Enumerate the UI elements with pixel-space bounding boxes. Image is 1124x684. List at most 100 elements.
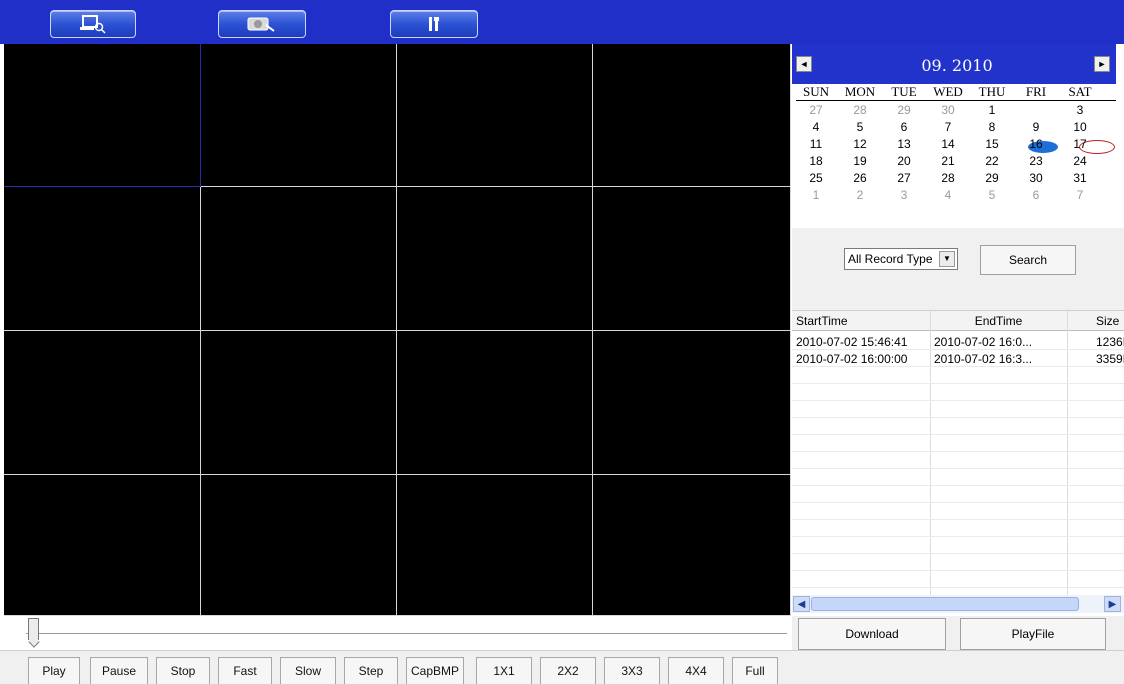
calendar-day[interactable]: 12 <box>838 137 882 151</box>
calendar-day[interactable]: 26 <box>838 171 882 185</box>
record-type-select[interactable]: All Record Type ▼ <box>844 248 958 270</box>
playback-slider[interactable] <box>4 616 791 650</box>
video-channel-cell[interactable] <box>593 44 791 187</box>
calendar-day[interactable]: 29 <box>882 103 926 117</box>
calendar-day[interactable]: 10 <box>1058 120 1102 134</box>
video-channel-cell[interactable] <box>201 331 397 475</box>
control-bar: Play Pause Stop Fast Slow Step CapBMP 1X1 2X2 3X3… <box>0 650 1124 684</box>
video-channel-cell[interactable] <box>397 475 593 616</box>
calendar-day[interactable]: 20 <box>882 154 926 168</box>
video-channel-cell[interactable] <box>593 331 791 475</box>
4x4-button[interactable]: 4X4 <box>668 657 724 684</box>
scrollbar-thumb[interactable] <box>811 597 1079 611</box>
scroll-right-icon[interactable]: ▶ <box>1104 596 1121 612</box>
settings-button[interactable] <box>390 10 478 38</box>
download-button[interactable]: Download <box>798 618 946 650</box>
stop-button[interactable]: Stop <box>156 657 210 684</box>
row-divider <box>792 366 1124 367</box>
calendar-day[interactable]: 28 <box>926 171 970 185</box>
row-divider <box>792 349 1124 350</box>
step-button[interactable]: Step <box>344 657 398 684</box>
record-cell[interactable]: 2010-07-02 16:3... <box>934 352 1065 366</box>
capbmp-button[interactable]: CapBMP <box>406 657 464 684</box>
calendar-day[interactable]: 2 <box>1014 103 1058 117</box>
calendar-day[interactable]: 31 <box>1058 171 1102 185</box>
video-channel-cell[interactable] <box>593 475 791 616</box>
pause-button[interactable]: Pause <box>90 657 148 684</box>
slider-thumb[interactable] <box>28 618 39 640</box>
record-cell[interactable]: 1236M <box>1096 335 1124 349</box>
calendar-day[interactable]: 23 <box>1014 154 1058 168</box>
calendar-day[interactable]: 2 <box>838 188 882 202</box>
calendar-day[interactable]: 27 <box>794 103 838 117</box>
play-button[interactable]: Play <box>28 657 80 684</box>
video-channel-cell[interactable] <box>593 187 791 331</box>
record-cell[interactable]: 2010-07-02 16:00:00 <box>796 352 928 366</box>
slow-button[interactable]: Slow <box>280 657 336 684</box>
full-button[interactable]: Full <box>732 657 778 684</box>
device-view-button[interactable] <box>50 10 136 38</box>
next-month-button[interactable]: ► <box>1094 56 1110 72</box>
dropdown-arrow-icon[interactable]: ▼ <box>939 251 955 267</box>
calendar-day[interactable]: 3 <box>882 188 926 202</box>
3x3-button[interactable]: 3X3 <box>604 657 660 684</box>
calendar-day[interactable]: 14 <box>926 137 970 151</box>
video-channel-cell[interactable] <box>4 44 201 187</box>
weekday-label: MON <box>844 84 876 99</box>
scroll-left-icon[interactable]: ◀ <box>793 596 810 612</box>
calendar-day[interactable]: 27 <box>882 171 926 185</box>
video-channel-cell[interactable] <box>4 187 201 331</box>
column-header[interactable]: StartTime <box>796 314 926 328</box>
calendar-day[interactable]: 17 <box>1058 137 1102 151</box>
calendar-day[interactable]: 16 <box>1014 137 1058 151</box>
calendar-day[interactable]: 24 <box>1058 154 1102 168</box>
fast-button[interactable]: Fast <box>218 657 272 684</box>
calendar-day[interactable]: 11 <box>794 137 838 151</box>
calendar-day[interactable]: 4 <box>794 120 838 134</box>
calendar-day[interactable]: 25 <box>794 171 838 185</box>
calendar-day[interactable]: 1 <box>794 188 838 202</box>
calendar-day[interactable]: 28 <box>838 103 882 117</box>
playfile-button[interactable]: PlayFile <box>960 618 1106 650</box>
calendar-day[interactable]: 4 <box>926 188 970 202</box>
calendar-day[interactable]: 3 <box>1058 103 1102 117</box>
calendar-day[interactable]: 9 <box>1014 120 1058 134</box>
record-cell[interactable]: 3359M <box>1096 352 1124 366</box>
calendar-day[interactable]: 30 <box>1014 171 1058 185</box>
calendar-day[interactable]: 22 <box>970 154 1014 168</box>
record-cell[interactable]: 2010-07-02 16:0... <box>934 335 1065 349</box>
video-channel-cell[interactable] <box>4 475 201 616</box>
2x2-button[interactable]: 2X2 <box>540 657 596 684</box>
video-channel-cell[interactable] <box>201 187 397 331</box>
video-channel-cell[interactable] <box>397 44 593 187</box>
prev-month-button[interactable]: ◄ <box>796 56 812 72</box>
column-header[interactable]: Size <box>1096 314 1124 328</box>
calendar-day[interactable]: 5 <box>970 188 1014 202</box>
calendar-day[interactable]: 1 <box>970 103 1014 117</box>
video-channel-cell[interactable] <box>397 331 593 475</box>
1x1-button[interactable]: 1X1 <box>476 657 532 684</box>
calendar-day[interactable]: 6 <box>882 120 926 134</box>
calendar-day[interactable]: 19 <box>838 154 882 168</box>
calendar-day[interactable]: 21 <box>926 154 970 168</box>
calendar-day[interactable]: 15 <box>970 137 1014 151</box>
record-cell[interactable]: 2010-07-02 15:46:41 <box>796 335 928 349</box>
calendar-day[interactable]: 18 <box>794 154 838 168</box>
column-header[interactable]: EndTime <box>934 314 1063 328</box>
search-button[interactable]: Search <box>980 245 1076 275</box>
video-channel-cell[interactable] <box>4 331 201 475</box>
calendar-day[interactable]: 5 <box>838 120 882 134</box>
horizontal-scrollbar[interactable]: ◀ ▶ <box>792 595 1124 613</box>
calendar-day[interactable]: 6 <box>1014 188 1058 202</box>
calendar-day[interactable]: 30 <box>926 103 970 117</box>
calendar-day[interactable]: 7 <box>1058 188 1102 202</box>
playback-button[interactable] <box>218 10 306 38</box>
calendar-day[interactable]: 7 <box>926 120 970 134</box>
weekday-label: TUE <box>891 84 917 99</box>
calendar-day[interactable]: 8 <box>970 120 1014 134</box>
calendar-day[interactable]: 13 <box>882 137 926 151</box>
video-channel-cell[interactable] <box>201 475 397 616</box>
calendar-day[interactable]: 29 <box>970 171 1014 185</box>
video-channel-cell[interactable] <box>201 44 397 187</box>
video-channel-cell[interactable] <box>397 187 593 331</box>
